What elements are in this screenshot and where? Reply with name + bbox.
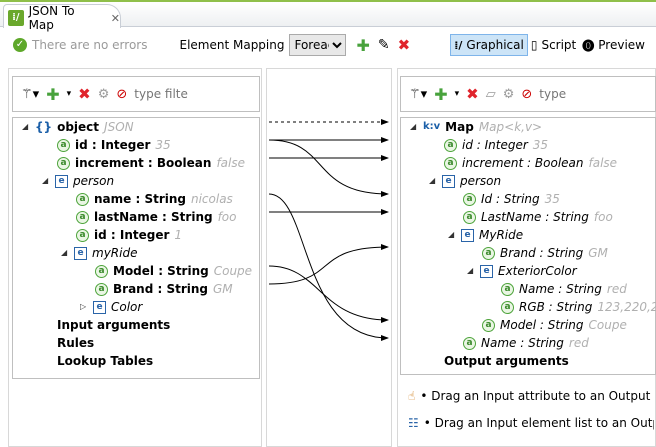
expand-icon[interactable]: ◢ — [467, 262, 475, 280]
attribute-icon: a — [501, 300, 514, 314]
map-icon: k:v — [423, 121, 441, 132]
expand-icon[interactable]: ◢ — [429, 172, 437, 190]
attribute-icon: a — [463, 336, 476, 350]
attribute-icon: a — [463, 210, 476, 224]
expand-icon[interactable]: ◢ — [410, 118, 418, 136]
element-icon: e — [480, 264, 493, 278]
tree-node[interactable]: Model : String — [500, 316, 584, 334]
expand-icon[interactable]: ◢ — [448, 226, 456, 244]
hide-icon[interactable]: ⊘ — [521, 87, 532, 102]
node-value: GM — [588, 246, 608, 260]
wand-icon[interactable]: ⚚▾ — [409, 87, 427, 102]
eraser-icon[interactable]: ▱ — [486, 87, 496, 102]
output-toolbar: ⚚▾ ✚ ▾ ✖ ▱ ⚙ ⊘ — [400, 76, 656, 112]
output-filter[interactable] — [539, 87, 600, 101]
tree-node[interactable]: Map — [445, 118, 474, 136]
attribute-icon: a — [444, 156, 457, 170]
node-value: 35 — [544, 192, 560, 206]
connection[interactable] — [268, 244, 389, 285]
tree-node[interactable]: Brand : String — [500, 244, 583, 262]
connection[interactable] — [268, 139, 389, 197]
help-text: • Drag an Input element list to an Outpu… — [423, 416, 654, 430]
connection[interactable] — [268, 193, 389, 341]
element-icon: e — [461, 228, 474, 242]
delete-icon[interactable]: ✖ — [466, 85, 479, 103]
node-value: Coupe — [588, 318, 627, 332]
tree-node[interactable]: id : Integer — [462, 136, 528, 154]
tree-node[interactable]: Name : String — [519, 280, 602, 298]
help-text: • Drag an Input attribute to an Output a… — [420, 389, 654, 403]
element-icon: e — [442, 174, 455, 188]
tree-node[interactable]: Id : String — [481, 190, 540, 208]
tree-node[interactable]: LastName : String — [481, 208, 589, 226]
tree-node[interactable]: increment : Boolean — [462, 154, 584, 172]
node-value: false — [588, 156, 618, 170]
tree-node[interactable]: ExteriorColor — [498, 262, 577, 280]
settings-icon[interactable]: ⚙ — [503, 87, 515, 102]
tree-node[interactable]: MyRide — [479, 226, 523, 244]
node-value: foo — [593, 210, 613, 224]
node-value: red — [568, 336, 589, 350]
node-value: red — [606, 282, 627, 296]
attribute-icon: a — [482, 318, 495, 332]
drag-attribute-icon: ☝ — [408, 389, 416, 403]
node-type: Map<k,v> — [478, 120, 543, 134]
attribute-icon: a — [463, 192, 476, 206]
node-value: 123,220,213 — [597, 300, 656, 314]
attribute-icon: a — [444, 138, 457, 152]
node-value: 35 — [532, 138, 549, 152]
tree-node[interactable]: person — [460, 172, 501, 190]
connection[interactable] — [268, 265, 389, 323]
add-icon[interactable]: ✚ — [434, 85, 447, 104]
tree-node[interactable]: Name : String — [481, 334, 564, 352]
attribute-icon: a — [501, 282, 514, 296]
tree-node[interactable]: RGB : String — [519, 298, 592, 316]
output-arguments[interactable]: Output arguments — [444, 352, 569, 370]
drag-element-icon: ☷ — [408, 416, 419, 430]
attribute-icon: a — [482, 246, 495, 260]
